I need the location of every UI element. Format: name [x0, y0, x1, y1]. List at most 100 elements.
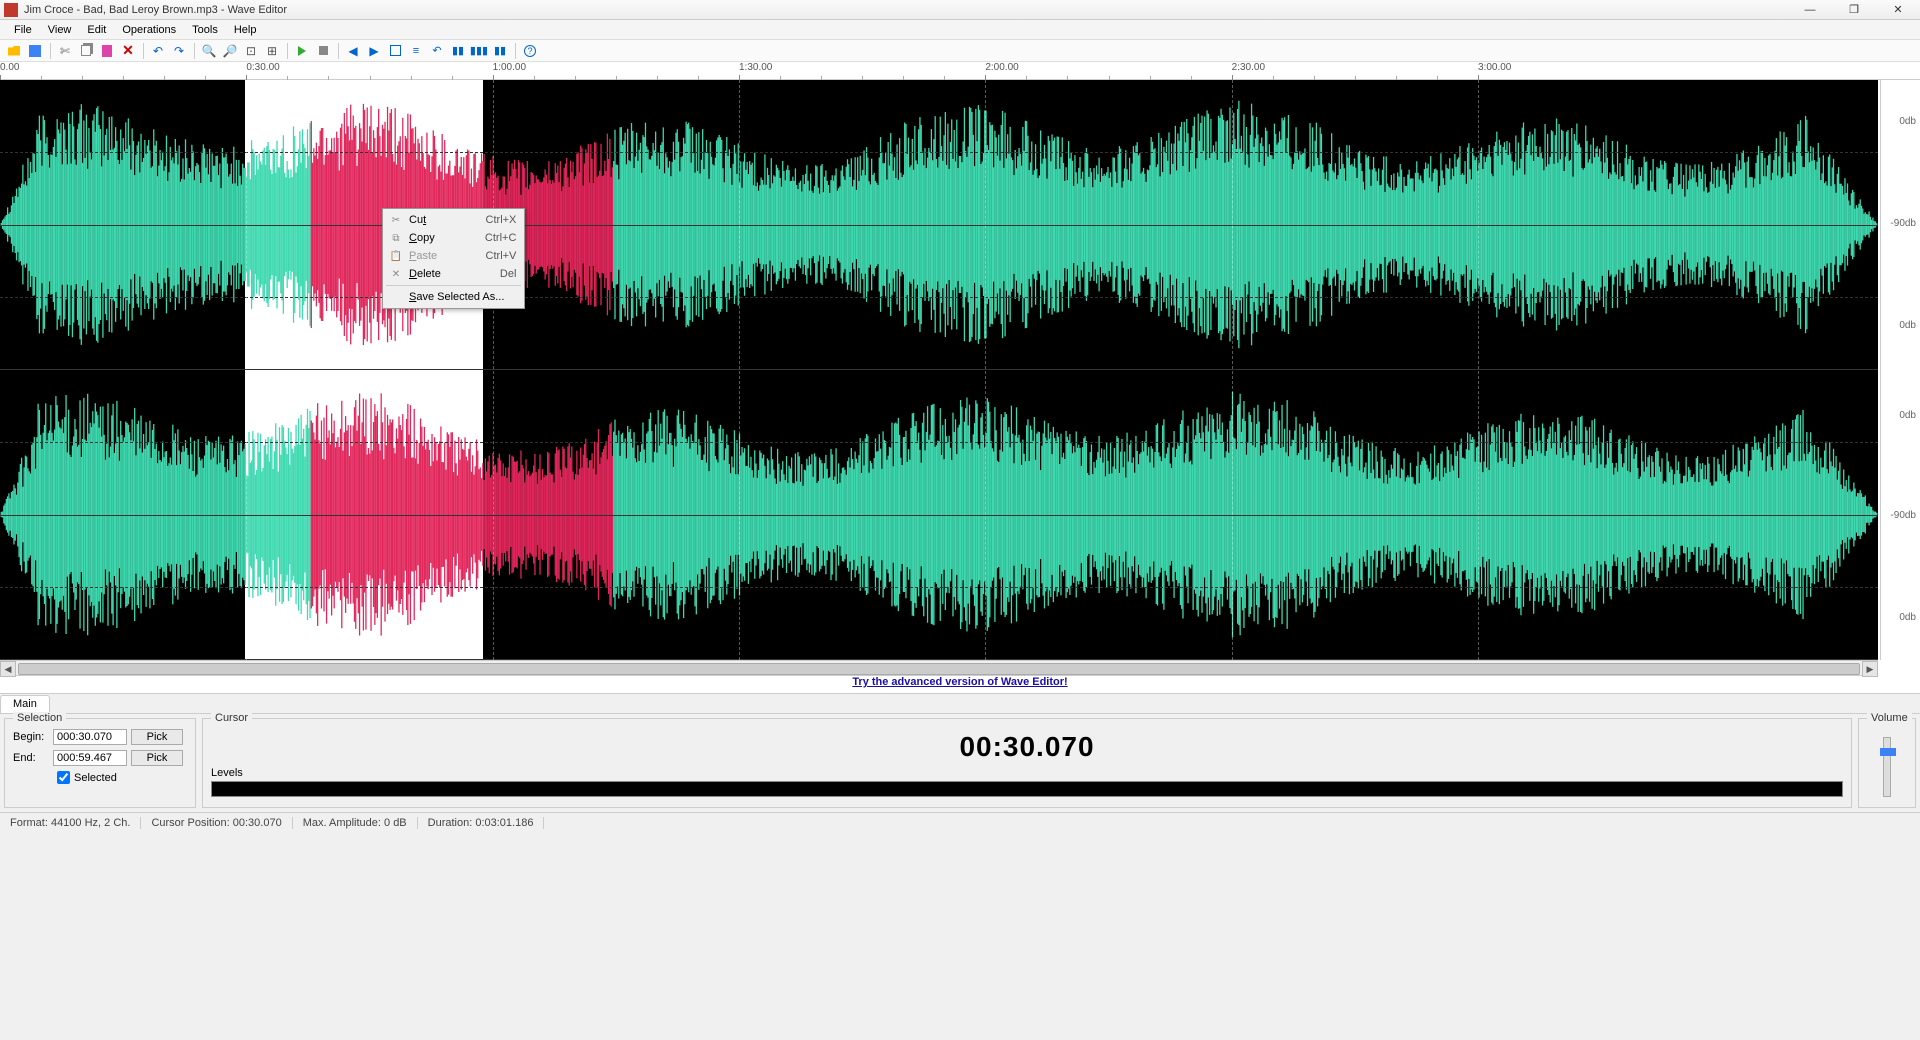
selected-label[interactable]: Selected	[74, 772, 117, 784]
close-button[interactable]: ✕	[1876, 0, 1920, 20]
context-menu-shortcut: Del	[500, 268, 517, 280]
effect-button-2[interactable]: ▮▮▮	[469, 41, 489, 61]
undo-button[interactable]: ↶	[148, 41, 168, 61]
copy-icon	[81, 45, 91, 56]
volume-thumb[interactable]	[1880, 748, 1896, 756]
bars-icon: ▮▮	[452, 44, 464, 57]
x-icon: ✕	[122, 42, 134, 59]
panel-legend: Cursor	[211, 712, 252, 724]
zoom-out-icon: 🔎	[223, 44, 238, 58]
toolbar-separator	[50, 43, 51, 59]
goto-end-icon: ▶	[369, 44, 378, 58]
effect-button-1[interactable]: ▮▮	[448, 41, 468, 61]
copy-icon: ⧉	[389, 233, 403, 244]
context-menu-label: Paste	[409, 250, 474, 262]
redo-icon: ↷	[174, 44, 184, 58]
cut-button[interactable]: ✄	[55, 41, 75, 61]
tab-main[interactable]: Main	[0, 695, 50, 713]
scroll-left-button[interactable]: ◀	[0, 661, 16, 677]
zoom-in-icon: 🔍	[202, 44, 217, 58]
zoom-in-button[interactable]: 🔍	[199, 41, 219, 61]
effect-normalize-button[interactable]: ≡	[406, 41, 426, 61]
channel-guide	[0, 152, 1878, 153]
goto-start-icon: ◀	[348, 44, 357, 58]
copy-button[interactable]	[76, 41, 96, 61]
menu-operations[interactable]: Operations	[114, 22, 184, 38]
horizontal-scrollbar[interactable]: ◀ ▶	[0, 660, 1878, 676]
normalize-icon: ≡	[413, 45, 419, 57]
waveform-area[interactable]	[0, 80, 1878, 660]
ruler-tick: 2:00.00	[985, 62, 1018, 73]
db-label: 0db	[1899, 116, 1916, 127]
time-guide	[246, 80, 247, 660]
context-menu-delete[interactable]: ✕DeleteDel	[385, 265, 522, 283]
save-button[interactable]	[25, 41, 45, 61]
time-guide	[1232, 80, 1233, 660]
begin-input[interactable]	[53, 729, 127, 745]
redo-button[interactable]: ↷	[169, 41, 189, 61]
fade-icon: ↶	[432, 44, 441, 57]
zoom-fit-button[interactable]: ⊡	[241, 41, 261, 61]
menu-view[interactable]: View	[40, 22, 80, 38]
time-ruler[interactable]: 0.000:30.001:00.001:30.002:00.002:30.003…	[0, 62, 1920, 80]
panel-selection: Selection Begin: Pick End: Pick Selected	[4, 718, 196, 808]
menu-help[interactable]: Help	[226, 22, 265, 38]
ruler-tick: 0:30.00	[246, 62, 279, 73]
promo-link[interactable]: Try the advanced version of Wave Editor!	[852, 676, 1067, 688]
external-link-icon	[390, 45, 401, 56]
context-menu-label: Copy	[409, 232, 473, 244]
stop-button[interactable]	[313, 41, 333, 61]
zoom-selection-button[interactable]: ⊞	[262, 41, 282, 61]
context-menu-shortcut: Ctrl+C	[485, 232, 516, 244]
paste-button[interactable]	[97, 41, 117, 61]
context-menu-save-selected-as[interactable]: Save Selected As...	[385, 288, 522, 306]
context-menu-copy[interactable]: ⧉ Copy Ctrl+C	[385, 229, 522, 247]
open-button[interactable]	[4, 41, 24, 61]
end-input[interactable]	[53, 750, 127, 766]
db-label: 0db	[1899, 612, 1916, 623]
menu-file[interactable]: File	[6, 22, 40, 38]
delete-button[interactable]: ✕	[118, 41, 138, 61]
status-amplitude: Max. Amplitude: 0 dB	[293, 817, 418, 829]
db-label: -90db	[1890, 218, 1916, 229]
zoom-selection-icon: ⊞	[267, 44, 277, 58]
effect-button-3[interactable]: ▮▮	[490, 41, 510, 61]
spectrum-icon: ▮▮	[494, 44, 506, 57]
panel-volume: Volume	[1858, 718, 1916, 808]
app-icon	[4, 3, 18, 17]
toolbar-separator	[143, 43, 144, 59]
menu-tools[interactable]: Tools	[184, 22, 226, 38]
panel-cursor: Cursor 00:30.070 Levels	[202, 718, 1852, 808]
context-menu-cut[interactable]: ✂CutCtrl+X	[385, 211, 522, 229]
pick-begin-button[interactable]: Pick	[131, 729, 183, 745]
minimize-button[interactable]: —	[1788, 0, 1832, 20]
zoom-out-button[interactable]: 🔎	[220, 41, 240, 61]
folder-icon	[8, 46, 20, 56]
time-guide	[1478, 80, 1479, 660]
volume-slider[interactable]	[1883, 737, 1891, 797]
context-menu: ✂CutCtrl+X⧉CopyCtrl+C📋PasteCtrl+V✕Delete…	[382, 208, 525, 309]
delete-icon: ✕	[389, 269, 403, 280]
effect-fade-button[interactable]: ↶	[427, 41, 447, 61]
scrollbar-thumb[interactable]	[18, 663, 1860, 675]
status-cursor: Cursor Position: 00:30.070	[141, 817, 292, 829]
promo-banner: Try the advanced version of Wave Editor!	[0, 676, 1920, 694]
external-button[interactable]	[385, 41, 405, 61]
help-button[interactable]: ?	[520, 41, 540, 61]
goto-start-button[interactable]: ◀	[343, 41, 363, 61]
db-label: 0db	[1899, 410, 1916, 421]
stop-icon	[319, 46, 328, 55]
panel-legend: Selection	[13, 712, 66, 724]
ruler-tick: 1:30.00	[739, 62, 772, 73]
context-menu-shortcut: Ctrl+X	[486, 214, 517, 226]
context-menu-separator	[386, 285, 521, 286]
scroll-right-button[interactable]: ▶	[1862, 661, 1878, 677]
pick-end-button[interactable]: Pick	[131, 750, 183, 766]
channel-left[interactable]	[0, 80, 1878, 370]
maximize-button[interactable]: ❐	[1832, 0, 1876, 20]
menu-edit[interactable]: Edit	[79, 22, 114, 38]
play-button[interactable]	[292, 41, 312, 61]
selected-checkbox[interactable]	[57, 771, 70, 784]
channel-right[interactable]	[0, 370, 1878, 660]
goto-end-button[interactable]: ▶	[364, 41, 384, 61]
